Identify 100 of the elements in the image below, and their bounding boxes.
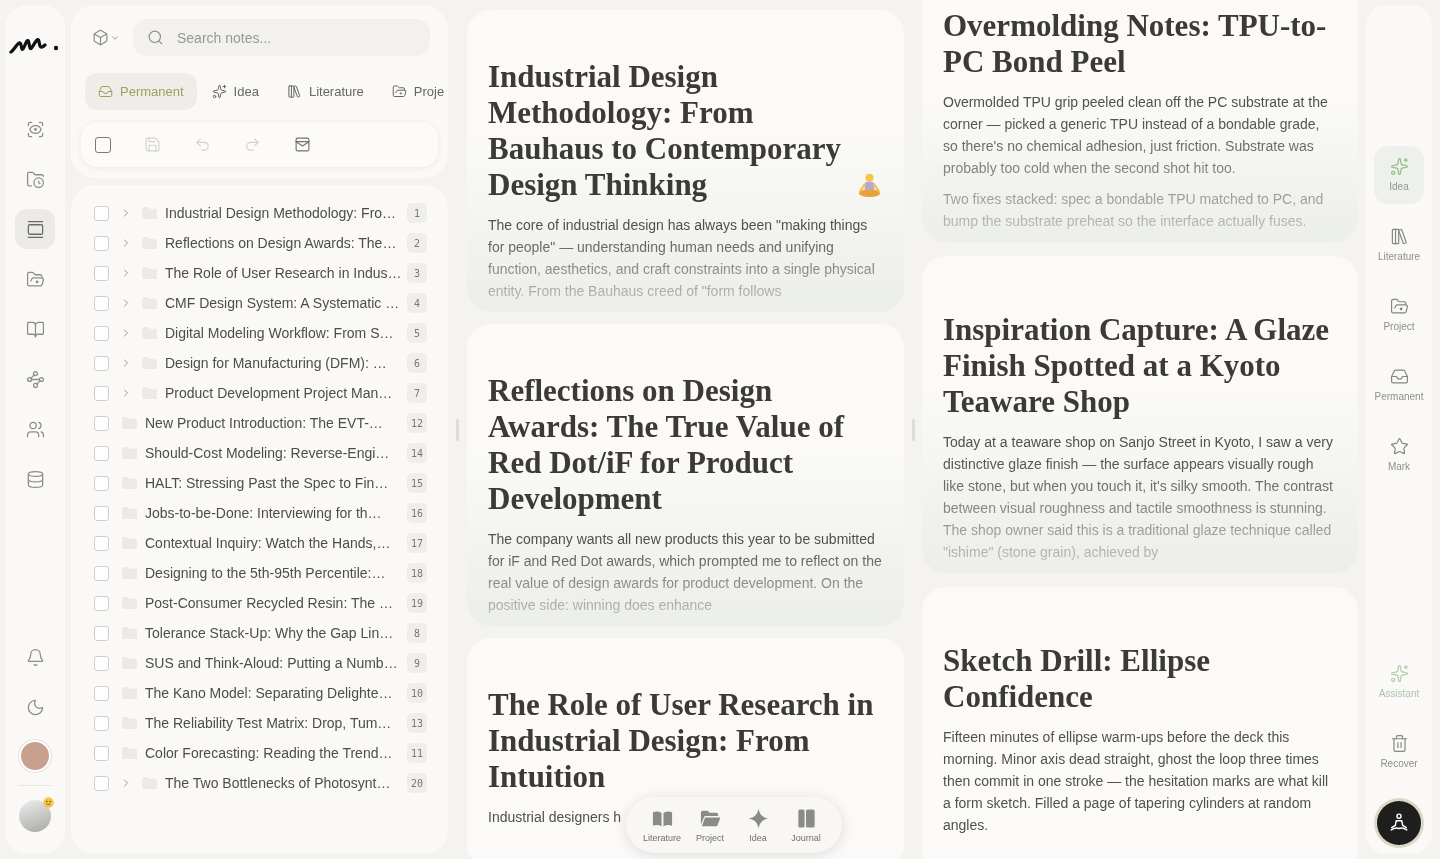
row-checkbox[interactable] bbox=[94, 535, 109, 551]
dock-button[interactable]: Journal bbox=[782, 806, 830, 844]
undo-icon bbox=[194, 136, 211, 153]
row-checkbox[interactable] bbox=[94, 745, 109, 761]
note-excerpt: Two fixes stacked: spec a bondable TPU matched to PC, and bump the substrate preheat so the interface actually fuses. bbox=[943, 190, 1325, 231]
folder-icon bbox=[25, 269, 45, 289]
redo-icon bbox=[244, 136, 261, 153]
note-number: 5 bbox=[407, 323, 427, 343]
note-title[interactable]: The Two Bottlenecks of Photosynt… bbox=[165, 772, 403, 794]
row-checkbox[interactable] bbox=[94, 235, 109, 251]
note-title[interactable]: CMF Design System: A Systematic … bbox=[165, 292, 403, 314]
note-title[interactable]: New Product Introduction: The EVT-… bbox=[145, 412, 403, 434]
assistant-button[interactable] bbox=[1377, 801, 1421, 845]
category-tab[interactable]: Literature bbox=[273, 73, 377, 110]
note-title[interactable]: HALT: Stressing Past the Spec to Fin… bbox=[145, 472, 403, 494]
card-stack-icon bbox=[25, 219, 45, 239]
note-heading: The Role of User Research in Industrial Design: From Intuition bbox=[488, 687, 875, 795]
note-number: 1 bbox=[407, 203, 427, 223]
note-title[interactable]: The Role of User Research in Indus… bbox=[165, 262, 403, 284]
row-checkbox[interactable] bbox=[94, 625, 109, 641]
select-all-checkbox[interactable] bbox=[95, 136, 111, 153]
note-number: 12 bbox=[406, 413, 427, 433]
toolbar-button[interactable] bbox=[294, 136, 311, 153]
meditating-person-icon bbox=[1388, 812, 1410, 834]
logo-icon bbox=[9, 35, 61, 55]
category-tab[interactable]: Proje bbox=[378, 73, 458, 110]
row-checkbox[interactable] bbox=[94, 505, 109, 521]
row-checkbox[interactable] bbox=[94, 415, 109, 431]
note-title[interactable]: Design for Manufacturing (DFM): … bbox=[165, 352, 403, 374]
note-title[interactable]: Digital Modeling Workflow: From S… bbox=[165, 322, 403, 344]
row-checkbox[interactable] bbox=[94, 355, 109, 371]
sparkle-icon bbox=[211, 84, 227, 99]
row-checkbox[interactable] bbox=[94, 295, 109, 311]
search-icon bbox=[147, 29, 164, 46]
people-icon bbox=[25, 419, 45, 439]
note-number: 4 bbox=[407, 293, 427, 313]
note-title[interactable]: Should-Cost Modeling: Reverse-Engi… bbox=[145, 442, 403, 464]
user-avatar[interactable] bbox=[19, 740, 51, 772]
row-checkbox[interactable] bbox=[94, 775, 109, 791]
note-title[interactable]: Contextual Inquiry: Watch the Hands,… bbox=[145, 532, 403, 554]
sparkle-icon bbox=[1389, 664, 1409, 683]
row-checkbox[interactable] bbox=[94, 385, 109, 401]
note-excerpt: The core of industrial design has always been "making things for people" — understanding human needs and unifying function, aesthetics, and craft constraints into a single physical entity. From the Bauhaus creed of "form follows bbox=[488, 216, 876, 301]
note-title[interactable]: Tolerance Stack-Up: Why the Gap Lin… bbox=[145, 622, 403, 644]
row-checkbox[interactable] bbox=[94, 325, 109, 341]
row-checkbox[interactable] bbox=[94, 205, 109, 221]
note-number: 10 bbox=[406, 683, 427, 703]
note-number: 13 bbox=[406, 713, 427, 733]
row-checkbox[interactable] bbox=[94, 265, 109, 281]
account-avatar[interactable] bbox=[19, 800, 51, 832]
inbox-icon bbox=[98, 84, 113, 99]
note-title[interactable]: Color Forecasting: Reading the Trend… bbox=[145, 742, 403, 764]
note-title[interactable]: The Reliability Test Matrix: Drop, Tum… bbox=[145, 712, 403, 734]
connected-dots-icon bbox=[25, 369, 45, 389]
note-excerpt: Overmolded TPU grip peeled clean off the PC substrate at the corner — picked a generic TPU instead of a bondable grade, so there's no chemical adhesion, just friction. Substrate was probably too cold when the second shot hit too. bbox=[943, 93, 1329, 178]
search-field[interactable]: Search notes... bbox=[133, 19, 430, 56]
folder-clock-icon bbox=[25, 169, 45, 189]
note-number: 3 bbox=[407, 263, 427, 283]
dock-button[interactable]: Idea bbox=[734, 806, 782, 844]
save-icon bbox=[144, 136, 161, 153]
folder-icon bbox=[391, 84, 407, 99]
note-title[interactable]: The Kano Model: Separating Delighte… bbox=[145, 682, 403, 704]
note-excerpt: Today at a teaware shop on Sanjo Street in Kyoto, I saw a very distinctive glaze finish — the surface appears visually rough like stone, but when you touch it, it's silky smooth. The contrast between visual roughness and tactile smoothness is stunning. The shop owner said this is a traditional glaze technique called "ishime" (stone grain), achieved by bbox=[943, 433, 1334, 562]
dock-button[interactable]: Literature bbox=[638, 806, 686, 844]
sparkle-icon bbox=[1389, 157, 1409, 176]
books-icon bbox=[1389, 227, 1409, 246]
note-card[interactable] bbox=[467, 10, 904, 312]
note-number: 2 bbox=[407, 233, 427, 253]
note-heading: Reflections on Design Awards: The True Value of Red Dot/iF for Product Development bbox=[488, 373, 846, 517]
note-title[interactable]: Designing to the 5th-95th Percentile:… bbox=[145, 562, 403, 584]
star-icon bbox=[1389, 437, 1409, 456]
note-excerpt: Fifteen minutes of ellipse warm-ups before the deck this morning. Minor axis dead straight, ghost the loop three times then commit in one stroke — the hesitation marks are what kill a form sketch. Filled a page of tapering cylinders at random angles. bbox=[943, 728, 1330, 835]
note-number: 9 bbox=[407, 653, 427, 673]
row-checkbox[interactable] bbox=[94, 685, 109, 701]
row-checkbox[interactable] bbox=[94, 595, 109, 611]
note-excerpt: Industrial designers h bbox=[488, 808, 622, 827]
moon-icon bbox=[25, 697, 45, 717]
note-title[interactable]: SUS and Think-Aloud: Putting a Numb… bbox=[145, 652, 403, 674]
note-number: 16 bbox=[406, 503, 427, 523]
row-checkbox[interactable] bbox=[94, 655, 109, 671]
note-title[interactable]: Jobs-to-be-Done: Interviewing for th… bbox=[145, 502, 403, 524]
note-title[interactable]: Post-Consumer Recycled Resin: The … bbox=[145, 592, 403, 614]
note-title[interactable]: Industrial Design Methodology: Fro… bbox=[165, 202, 403, 224]
notebook-switcher-button[interactable] bbox=[92, 29, 120, 46]
dock-button[interactable]: Project bbox=[686, 806, 734, 844]
note-number: 19 bbox=[406, 593, 427, 613]
nav-button[interactable] bbox=[15, 209, 55, 249]
row-checkbox[interactable] bbox=[94, 715, 109, 731]
category-tab[interactable]: Idea bbox=[198, 73, 272, 110]
note-heading: Inspiration Capture: A Glaze Finish Spotted at a Kyoto Teaware Shop bbox=[943, 312, 1331, 420]
note-number: 17 bbox=[406, 533, 427, 553]
row-checkbox[interactable] bbox=[94, 445, 109, 461]
row-checkbox[interactable] bbox=[94, 475, 109, 491]
trash-icon bbox=[1389, 734, 1409, 753]
note-title[interactable]: Product Development Project Man… bbox=[165, 382, 403, 404]
row-checkbox[interactable] bbox=[94, 565, 109, 581]
note-title[interactable]: Reflections on Design Awards: The… bbox=[165, 232, 403, 254]
cube-icon bbox=[92, 29, 109, 46]
note-heading: Industrial Design Methodology: From Bauhaus to Contemporary Design Thinking bbox=[488, 59, 843, 203]
eye-scan-icon bbox=[25, 119, 45, 139]
